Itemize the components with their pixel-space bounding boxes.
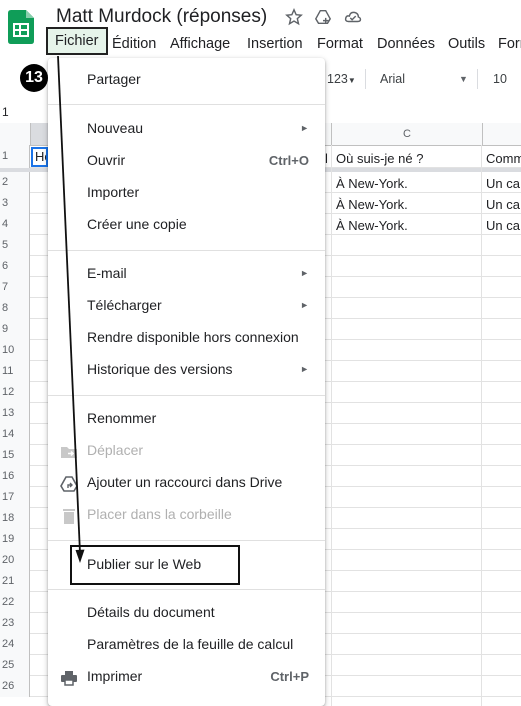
row-header[interactable]: 1	[0, 145, 30, 168]
menu-donnees[interactable]: Données	[377, 36, 435, 52]
submenu-arrow-icon: ►	[300, 123, 309, 133]
font-size-field[interactable]: 10	[493, 72, 507, 86]
menu-separator	[48, 250, 325, 251]
file-menu-dropdown: Partager Nouveau ► Ouvrir Ctrl+O Importer …	[48, 58, 325, 706]
row-header[interactable]: 9	[0, 319, 30, 340]
row-header[interactable]: 10	[0, 340, 30, 361]
row-header[interactable]: 19	[0, 529, 30, 550]
menu-separator	[48, 540, 325, 541]
row-header[interactable]: 3	[0, 193, 30, 214]
row-header[interactable]: 4	[0, 214, 30, 235]
menu-insertion[interactable]: Insertion	[247, 36, 303, 52]
row-header[interactable]: 22	[0, 592, 30, 613]
cell-a1[interactable]: Ho	[31, 147, 48, 167]
row-header[interactable]: 18	[0, 508, 30, 529]
cell-d2[interactable]: Un ca	[486, 176, 521, 191]
star-icon[interactable]	[285, 8, 303, 26]
menu-item-download[interactable]: Télécharger ►	[48, 292, 325, 320]
row-header[interactable]: 23	[0, 613, 30, 634]
trash-icon	[63, 509, 75, 524]
toolbar-divider	[365, 69, 366, 89]
font-family-select[interactable]: Arial	[380, 72, 405, 86]
row-header[interactable]: 17	[0, 487, 30, 508]
document-title[interactable]: Matt Murdock (réponses)	[56, 6, 267, 28]
caret-down-icon: ▼	[347, 76, 356, 85]
submenu-arrow-icon: ►	[300, 300, 309, 310]
move-to-drive-icon[interactable]	[314, 8, 332, 26]
submenu-arrow-icon: ►	[300, 364, 309, 374]
menu-bar: Fichier Édition Affichage Insertion Form…	[0, 27, 521, 55]
menu-item-version-history[interactable]: Historique des versions ►	[48, 356, 325, 384]
step-number-badge: 13	[20, 64, 48, 92]
row-header[interactable]: 13	[0, 403, 30, 424]
row-header[interactable]: 8	[0, 298, 30, 319]
menu-item-import[interactable]: Importer	[48, 179, 325, 207]
row-header[interactable]: 21	[0, 571, 30, 592]
drive-shortcut-icon	[60, 476, 78, 492]
name-box[interactable]: 1	[2, 105, 9, 119]
menu-item-new[interactable]: Nouveau ►	[48, 115, 325, 143]
row-header[interactable]: 11	[0, 361, 30, 382]
row-header[interactable]: 12	[0, 382, 30, 403]
menu-item-open[interactable]: Ouvrir Ctrl+O	[48, 147, 325, 175]
cell-c3[interactable]: À New-York.	[336, 197, 408, 212]
font-caret-down-icon[interactable]: ▼	[459, 74, 468, 84]
cell-c1[interactable]: Où suis-je né ?	[336, 151, 423, 166]
row-header[interactable]: 26	[0, 676, 30, 697]
menu-format[interactable]: Format	[317, 36, 363, 52]
cloud-saved-icon[interactable]	[344, 8, 362, 26]
menu-separator	[48, 589, 325, 590]
submenu-arrow-icon: ►	[300, 268, 309, 278]
cell-d3[interactable]: Un ca	[486, 197, 521, 212]
menu-item-document-details[interactable]: Détails du document	[48, 599, 325, 627]
select-all-corner[interactable]	[0, 123, 31, 146]
cell-b1[interactable]: l	[325, 151, 328, 166]
row-header[interactable]: 24	[0, 634, 30, 655]
menu-item-print[interactable]: Imprimer Ctrl+P	[48, 663, 325, 691]
row-header[interactable]: 5	[0, 235, 30, 256]
row-header[interactable]: 7	[0, 277, 30, 298]
publish-highlight-label[interactable]: Publier sur le Web	[87, 556, 201, 572]
menu-formules[interactable]: Forr	[498, 36, 521, 52]
toolbar-divider	[477, 69, 478, 89]
menu-item-make-copy[interactable]: Créer une copie	[48, 211, 325, 239]
cell-c4[interactable]: À New-York.	[336, 218, 408, 233]
menu-edition[interactable]: Édition	[112, 36, 156, 52]
cell-d1[interactable]: Comm	[486, 151, 521, 166]
row-header[interactable]: 25	[0, 655, 30, 676]
row-header[interactable]: 14	[0, 424, 30, 445]
row-header[interactable]: 20	[0, 550, 30, 571]
menu-item-offline[interactable]: Rendre disponible hors connexion	[48, 324, 325, 352]
menu-item-spreadsheet-settings[interactable]: Paramètres de la feuille de calcul	[48, 631, 325, 659]
menu-item-email[interactable]: E-mail ►	[48, 260, 325, 288]
printer-icon	[61, 671, 77, 686]
menu-item-rename[interactable]: Renommer	[48, 405, 325, 433]
row-header[interactable]: 16	[0, 466, 30, 487]
folder-move-icon	[61, 447, 77, 458]
column-gridline	[331, 145, 332, 706]
cell-d4[interactable]: Un ca	[486, 218, 521, 233]
menu-item-trash: Placer dans la corbeille	[48, 501, 325, 529]
row-header[interactable]: 6	[0, 256, 30, 277]
row-header[interactable]: 2	[0, 172, 30, 193]
menu-outils[interactable]: Outils	[448, 36, 485, 52]
cell-c2[interactable]: À New-York.	[336, 176, 408, 191]
menu-separator	[48, 395, 325, 396]
menu-item-share[interactable]: Partager	[48, 66, 325, 94]
menu-item-add-shortcut[interactable]: Ajouter un raccourci dans Drive	[48, 469, 325, 497]
column-header-c[interactable]: C	[331, 123, 483, 145]
menu-fichier[interactable]: Fichier	[46, 27, 108, 55]
menu-separator	[48, 104, 325, 105]
number-format-button[interactable]: 123▼	[327, 72, 356, 86]
column-gridline	[481, 145, 482, 706]
menu-affichage[interactable]: Affichage	[170, 36, 230, 52]
row-header[interactable]: 15	[0, 445, 30, 466]
menu-item-move: Déplacer	[48, 437, 325, 465]
